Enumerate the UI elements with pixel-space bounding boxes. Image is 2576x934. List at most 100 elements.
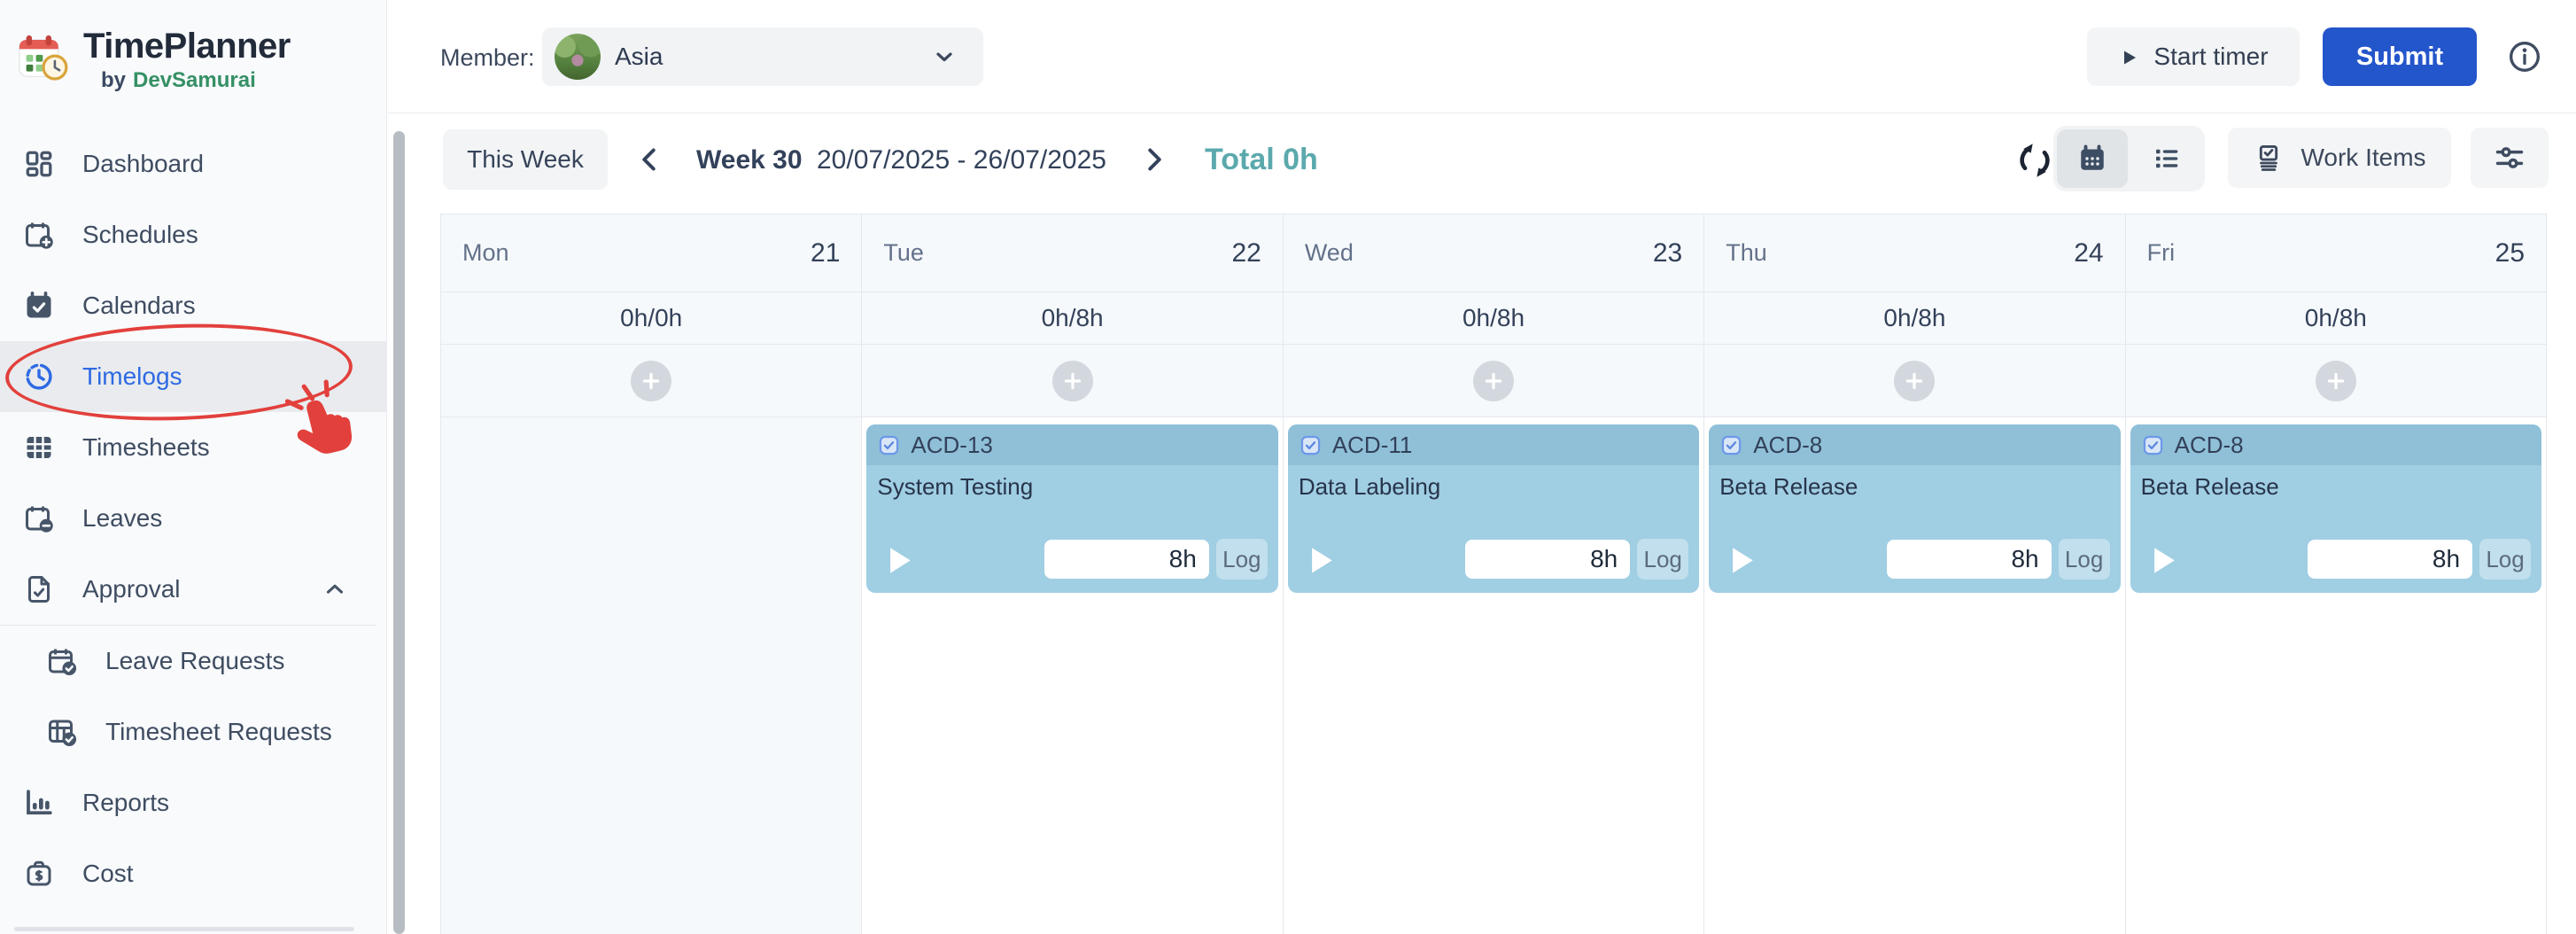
timesheets-icon xyxy=(23,432,55,463)
this-week-button[interactable]: This Week xyxy=(443,129,608,190)
sidebar-item-reports[interactable]: Reports xyxy=(0,767,387,838)
list-view-icon[interactable] xyxy=(2131,129,2202,188)
plus-icon xyxy=(1482,370,1505,393)
log-button[interactable]: Log xyxy=(1216,539,1268,580)
add-timelog-cell xyxy=(862,345,1282,417)
refresh-icon[interactable] xyxy=(2014,140,2055,181)
sidebar-item-label: Reports xyxy=(82,789,169,817)
day-date: 22 xyxy=(1231,238,1261,269)
start-timer-button[interactable]: Start timer xyxy=(2087,27,2300,86)
task-card[interactable]: ACD-11 Data Labeling Log xyxy=(1288,424,1699,593)
task-hours-input[interactable] xyxy=(1044,540,1209,579)
task-checkbox-icon[interactable] xyxy=(1719,433,1743,457)
sidebar-item-leave-requests[interactable]: Leave Requests xyxy=(0,626,387,697)
task-card-header: ACD-8 xyxy=(1709,424,2120,465)
submit-button[interactable]: Submit xyxy=(2323,27,2477,86)
schedules-icon xyxy=(23,219,55,251)
member-label: Member: xyxy=(440,44,535,72)
task-checkbox-icon[interactable] xyxy=(877,433,901,457)
approval-icon xyxy=(23,573,55,605)
sidebar-scrollbar-thumb[interactable] xyxy=(393,131,405,934)
member-select[interactable]: Asia xyxy=(542,27,983,86)
add-timelog-button[interactable] xyxy=(631,361,671,401)
topbar: Member: Asia Start timer Submit xyxy=(388,0,2576,113)
sidebar-item-approval[interactable]: Approval xyxy=(0,554,387,625)
play-timer-icon[interactable] xyxy=(1306,544,1336,578)
plus-icon xyxy=(1903,370,1926,393)
view-toggle xyxy=(2053,126,2205,191)
task-checkbox-icon[interactable] xyxy=(2141,433,2165,457)
info-icon[interactable] xyxy=(2507,39,2542,74)
log-button[interactable]: Log xyxy=(2059,539,2110,580)
sidebar-item-label: Cost xyxy=(82,860,134,888)
sidebar-item-label: Leave Requests xyxy=(105,647,284,675)
day-hours-cell: 0h/8h xyxy=(862,292,1282,345)
chevron-right-icon[interactable] xyxy=(1137,144,1169,175)
add-timelog-button[interactable] xyxy=(2316,361,2356,401)
sidebar-item-label: Dashboard xyxy=(82,150,204,178)
calendar-view-icon[interactable] xyxy=(2057,129,2128,188)
day-name: Mon xyxy=(462,239,509,267)
log-button[interactable]: Log xyxy=(1637,539,1688,580)
chevron-left-icon[interactable] xyxy=(634,144,666,175)
task-title: System Testing xyxy=(866,465,1277,501)
sidebar-item-dashboard[interactable]: Dashboard xyxy=(0,128,387,199)
work-items-button[interactable]: Work Items xyxy=(2228,128,2451,188)
sidebar-item-schedules[interactable]: Schedules xyxy=(0,199,387,270)
chevron-up-icon[interactable] xyxy=(322,576,348,603)
member-name: Asia xyxy=(615,43,663,71)
play-icon xyxy=(2118,46,2139,67)
sidebar-item-timesheets[interactable]: Timesheets xyxy=(0,412,387,483)
play-timer-icon[interactable] xyxy=(884,544,914,578)
sidebar-item-calendars[interactable]: Calendars xyxy=(0,270,387,341)
play-timer-icon[interactable] xyxy=(1726,544,1757,578)
logged-vs-capacity: 0h/8h xyxy=(2305,304,2367,332)
timesheet-requests-icon xyxy=(46,716,78,748)
timelogs-icon xyxy=(23,361,55,393)
task-hours-input[interactable] xyxy=(1465,540,1630,579)
sidebar-item-leaves[interactable]: Leaves xyxy=(0,483,387,554)
task-card-header: ACD-11 xyxy=(1288,424,1699,465)
member-avatar xyxy=(555,34,601,80)
leave-requests-icon xyxy=(46,645,78,677)
sidebar-item-timelogs[interactable]: Timelogs xyxy=(0,341,387,412)
task-hours-input[interactable] xyxy=(1887,540,2052,579)
sidebar-bottom-divider xyxy=(14,927,354,931)
task-card[interactable]: ACD-8 Beta Release Log xyxy=(2130,424,2541,593)
add-timelog-cell xyxy=(441,345,861,417)
day-header-cell: Fri 25 xyxy=(2126,214,2546,292)
sidebar-item-label: Timesheet Requests xyxy=(105,718,332,746)
calendars-icon xyxy=(23,290,55,322)
plus-icon xyxy=(640,370,663,393)
day-tasks-cell xyxy=(441,417,861,934)
filter-button[interactable] xyxy=(2471,128,2549,188)
logged-vs-capacity: 0h/8h xyxy=(1463,304,1525,332)
start-timer-label: Start timer xyxy=(2153,43,2268,71)
day-hours-cell: 0h/8h xyxy=(1704,292,2124,345)
sidebar-item-cost[interactable]: Cost xyxy=(0,838,387,909)
add-timelog-cell xyxy=(2126,345,2546,417)
day-tasks-cell: ACD-8 Beta Release Log xyxy=(2126,417,2546,934)
play-timer-icon[interactable] xyxy=(2148,544,2178,578)
sidebar-item-label: Approval xyxy=(82,575,181,603)
day-column-thu: Thu 24 0h/8h ACD-8 xyxy=(1704,214,2125,934)
log-button[interactable]: Log xyxy=(2479,539,2531,580)
total-hours-label: Total 0h xyxy=(1205,143,1318,177)
day-name: Tue xyxy=(883,239,924,267)
calendar-clock-logo-icon xyxy=(16,32,71,87)
add-timelog-button[interactable] xyxy=(1052,361,1093,401)
week-toolbar: This Week Week 30 20/07/2025 - 26/07/202… xyxy=(388,113,2576,214)
day-column-fri: Fri 25 0h/8h ACD-8 xyxy=(2126,214,2547,934)
add-timelog-button[interactable] xyxy=(1473,361,1514,401)
work-items-label: Work Items xyxy=(2301,144,2425,172)
task-hours-input[interactable] xyxy=(2308,540,2472,579)
day-header-cell: Mon 21 xyxy=(441,214,861,292)
day-tasks-cell: ACD-8 Beta Release Log xyxy=(1704,417,2124,934)
logged-vs-capacity: 0h/0h xyxy=(620,304,682,332)
task-card[interactable]: ACD-8 Beta Release Log xyxy=(1709,424,2120,593)
day-date: 25 xyxy=(2495,238,2525,269)
task-card[interactable]: ACD-13 System Testing Log xyxy=(866,424,1277,593)
task-checkbox-icon[interactable] xyxy=(1299,433,1323,457)
sidebar-item-timesheet-requests[interactable]: Timesheet Requests xyxy=(0,697,387,767)
add-timelog-button[interactable] xyxy=(1894,361,1935,401)
